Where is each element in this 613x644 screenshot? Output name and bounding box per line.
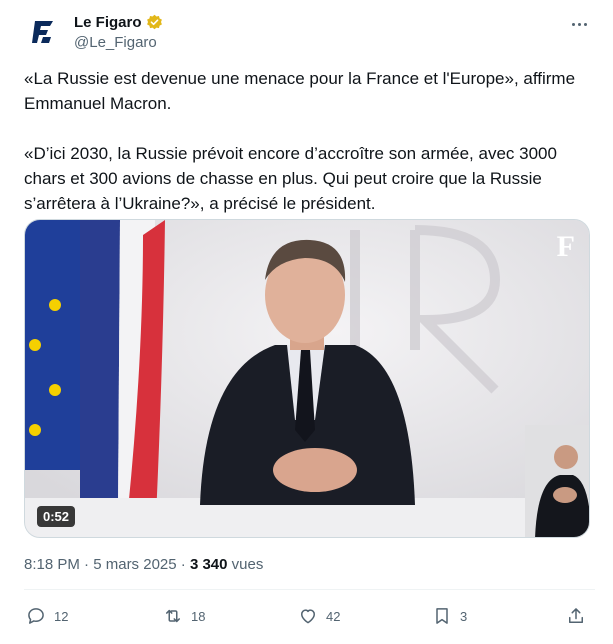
like-count: 42	[326, 608, 341, 624]
author-name[interactable]: Le Figaro	[74, 14, 142, 31]
reply-count: 12	[54, 608, 69, 624]
views-label: vues	[231, 556, 264, 573]
more-dot-icon	[571, 22, 575, 26]
more-dot-icon	[583, 22, 587, 26]
author-block: Le Figaro @Le_Figaro	[74, 12, 163, 51]
bookmark-button[interactable]: 3	[432, 602, 467, 630]
repost-button[interactable]: 18	[163, 602, 205, 630]
action-bar: 12 18 42 3	[26, 602, 592, 632]
tweet-paragraph-2: «D’ici 2030, la Russie prévoit encore d’…	[24, 144, 557, 213]
reply-button[interactable]: 12	[26, 602, 68, 630]
figaro-logo-icon	[32, 21, 53, 43]
tweet-paragraph-1: «La Russie est devenue une menace pour l…	[24, 69, 576, 113]
tweet-time[interactable]: 8:18 PM	[24, 556, 80, 573]
heart-icon	[301, 609, 315, 624]
tweet-meta: 8:18 PM · 5 mars 2025 · 3 340 vues	[24, 556, 263, 573]
bookmark-icon	[436, 608, 448, 624]
share-button[interactable]	[566, 602, 586, 630]
repost-count: 18	[191, 608, 206, 624]
more-options-button[interactable]	[567, 14, 591, 34]
video-player[interactable]: F 0:52	[24, 219, 590, 538]
author-handle[interactable]: @Le_Figaro	[74, 34, 163, 51]
video-frame	[25, 220, 589, 537]
repost-icon	[166, 609, 180, 623]
verified-badge-icon	[146, 14, 162, 29]
divider	[24, 589, 595, 590]
avatar[interactable]	[24, 12, 64, 52]
bookmark-count: 3	[460, 608, 468, 624]
reply-icon	[28, 608, 44, 624]
views-count: 3 340	[189, 556, 228, 573]
like-button[interactable]: 42	[298, 602, 340, 630]
tweet-date[interactable]: 5 mars 2025	[93, 556, 176, 573]
meta-separator: ·	[180, 556, 186, 573]
tweet-text: «La Russie est devenue une menace pour l…	[24, 66, 594, 241]
share-icon	[569, 608, 583, 623]
meta-separator: ·	[84, 556, 90, 573]
video-duration: 0:52	[37, 506, 76, 527]
figaro-watermark-icon: F	[556, 230, 575, 263]
eu-star-icon	[49, 299, 61, 311]
tweet-card: Le Figaro @Le_Figaro «La Russie est deve…	[0, 0, 613, 644]
more-dot-icon	[577, 22, 581, 26]
